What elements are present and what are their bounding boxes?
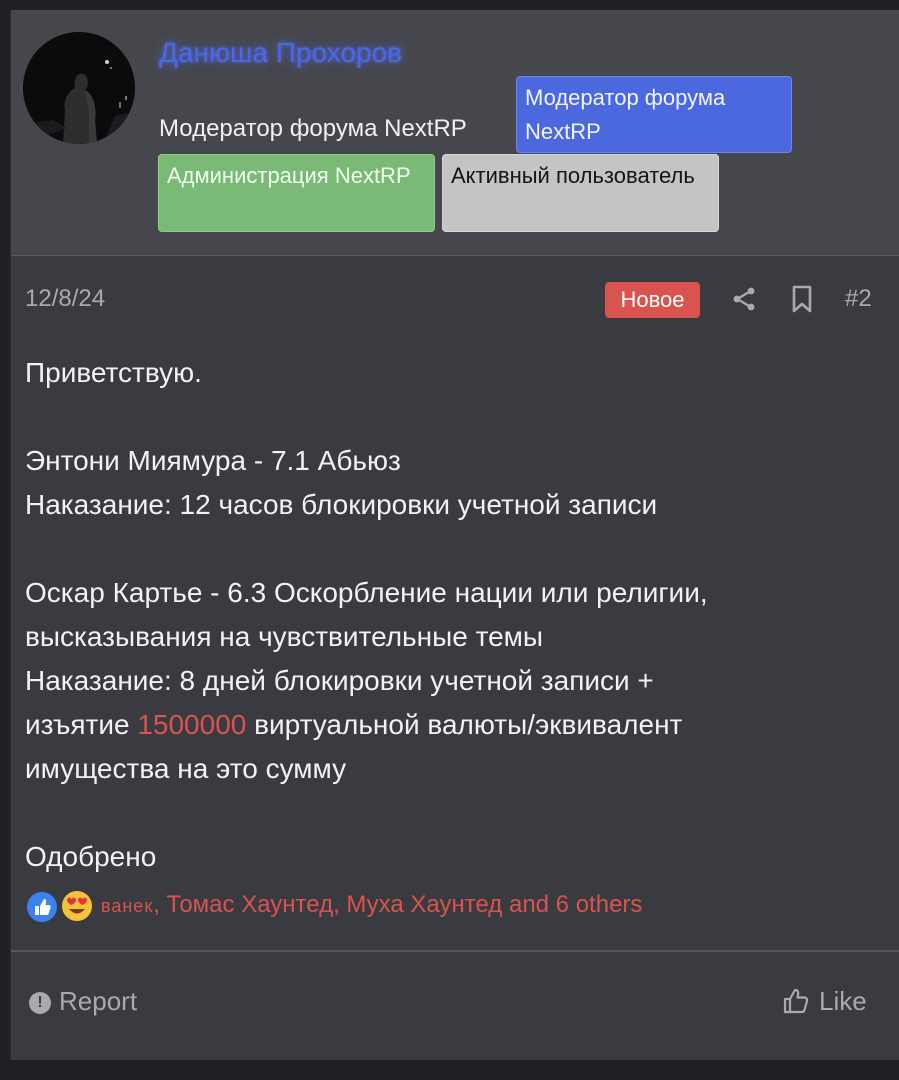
post-line: Энтони Миямура - 7.1 Абьюз bbox=[25, 445, 401, 476]
badge-active-user: Активный пользователь bbox=[442, 154, 719, 232]
exclamation-icon: ! bbox=[29, 992, 51, 1014]
reaction-user-rest[interactable]: , Томас Хаунтед, Муха Хаунтед and 6 othe… bbox=[153, 891, 642, 918]
bookmark-icon[interactable] bbox=[787, 284, 817, 314]
love-reaction-icon bbox=[59, 888, 95, 924]
post-verdict: Одобрено bbox=[25, 841, 157, 872]
user-info-block: Данюша Прохоров Модератор форума NextRP … bbox=[11, 10, 899, 256]
report-button[interactable]: ! Report bbox=[29, 986, 137, 1022]
like-reaction-icon bbox=[25, 890, 59, 924]
like-label: Like bbox=[819, 986, 867, 1016]
badge-administration: Администрация NextRP bbox=[158, 154, 435, 232]
post-greeting: Приветствую. bbox=[25, 357, 202, 388]
post-line: изъятие 1500000 виртуальной валюты/эквив… bbox=[25, 703, 885, 747]
post-text: изъятие bbox=[25, 709, 138, 740]
forum-page: Данюша Прохоров Модератор форума NextRP … bbox=[0, 0, 899, 1080]
post-line: Наказание: 12 часов блокировки учетной з… bbox=[25, 489, 658, 520]
top-strip bbox=[0, 0, 899, 10]
post-line: Наказание: 8 дней блокировки учетной зап… bbox=[25, 665, 654, 696]
report-label: Report bbox=[59, 986, 138, 1016]
forum-post: Данюша Прохоров Модератор форума NextRP … bbox=[10, 10, 899, 1060]
post-line: высказывания на чувствительные темы bbox=[25, 621, 544, 652]
post-line: имущества на это сумму bbox=[25, 753, 347, 784]
post-text: виртуальной валюты/эквивалент bbox=[246, 709, 683, 740]
thumbs-up-icon bbox=[783, 988, 809, 1014]
share-icon[interactable] bbox=[730, 284, 760, 314]
post-number[interactable]: #2 bbox=[845, 285, 872, 313]
divider bbox=[11, 950, 899, 952]
user-title: Модератор форума NextRP bbox=[159, 115, 467, 142]
post-date[interactable]: 12/8/24 bbox=[25, 285, 105, 313]
post-line: Оскар Картье - 6.3 Оскорбление нации или… bbox=[25, 577, 708, 608]
post-body: Приветствую. Энтони Миямура - 7.1 Абьюз … bbox=[25, 351, 885, 879]
bottom-strip bbox=[0, 1060, 899, 1080]
avatar[interactable] bbox=[23, 32, 135, 144]
reactions-bar[interactable]: ванек, Томас Хаунтед, Муха Хаунтед and 6… bbox=[25, 888, 885, 928]
reaction-users[interactable]: ванек, Томас Хаунтед, Муха Хаунтед and 6… bbox=[101, 891, 642, 919]
new-badge: Новое bbox=[605, 282, 700, 318]
username[interactable]: Данюша Прохоров bbox=[159, 37, 402, 69]
like-button[interactable]: Like bbox=[781, 986, 867, 1022]
highlighted-amount: 1500000 bbox=[137, 709, 247, 740]
badge-forum-moderator: Модератор форума NextRP bbox=[516, 76, 792, 153]
reaction-user-first[interactable]: ванек bbox=[101, 896, 153, 916]
